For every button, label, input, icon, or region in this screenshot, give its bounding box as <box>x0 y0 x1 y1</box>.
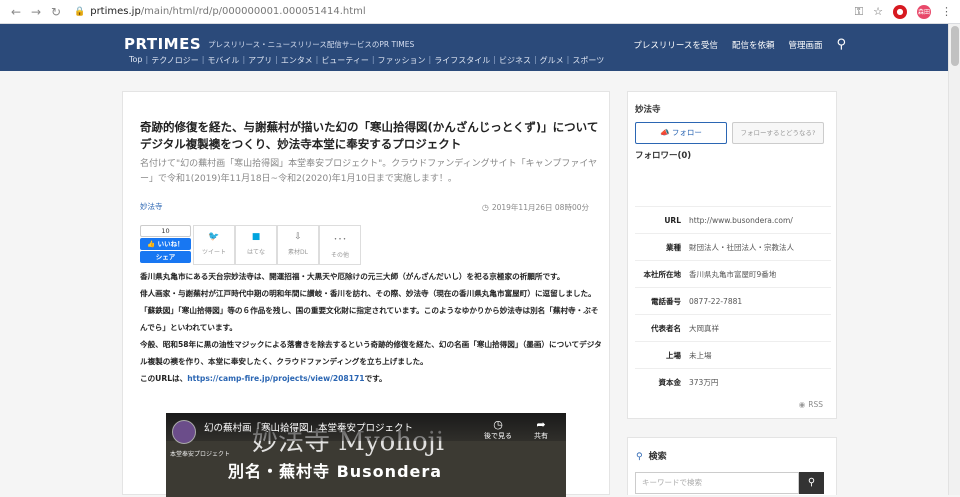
article-card: 奇跡的修復を経た、与謝蕪村が描いた幻の「寒山拾得図(かんざんじっとくず)」につい… <box>122 91 610 497</box>
reload-icon[interactable]: ↻ <box>48 5 64 19</box>
logo[interactable]: PRTIMES <box>124 35 201 53</box>
like-count: 10 <box>140 225 191 237</box>
search-heading: ⚲ 検索 <box>636 452 667 462</box>
info-row-representative: 代表者名 大岡真祥 <box>635 314 831 341</box>
site-header: PRTIMES プレスリリース・ニュースリリース配信サービスのPR TIMES … <box>0 24 960 71</box>
back-icon[interactable]: ← <box>8 5 24 19</box>
avatar[interactable]: 森田 <box>917 4 931 19</box>
industry-link[interactable]: 財団法人・社団法人・宗教法人 <box>689 242 794 253</box>
channel-avatar[interactable] <box>172 420 196 444</box>
video-caption: 本堂奉安プロジェクト <box>170 451 231 458</box>
company-info: URL http://www.busondera.com/ 業種 財団法人・社団法人… <box>635 206 831 395</box>
extension-icon[interactable]: ● <box>893 4 907 19</box>
info-row-address: 本社所在地 香川県丸亀市富屋町9番地 <box>635 260 831 287</box>
video-share-button[interactable]: ➦ 共有 <box>534 418 548 441</box>
nav-apps[interactable]: アプリ <box>245 55 275 66</box>
nav-entertainment[interactable]: エンタメ <box>278 55 316 66</box>
clock-icon: ◷ <box>493 418 503 431</box>
share-button[interactable]: シェア <box>140 251 191 263</box>
search-icon: ⚲ <box>636 452 643 462</box>
nav-beauty[interactable]: ビューティー <box>318 55 372 66</box>
company-sidebar: 妙法寺 📣 フォロー フォローするとどうなる? フォロワー(0) URL http… <box>627 91 837 419</box>
address-bar[interactable]: 🔒 prtimes.jp/main/html/rd/p/000000001.00… <box>74 6 366 17</box>
tweet-button[interactable]: 🐦 ツイート <box>193 225 235 265</box>
clock-icon: ◷ <box>481 203 489 212</box>
nav-sports[interactable]: スポーツ <box>569 55 607 66</box>
info-row-url: URL http://www.busondera.com/ <box>635 206 831 233</box>
facebook-widget: 10 👍 いいね！ シェア <box>140 225 191 263</box>
megaphone-icon: 📣 <box>660 128 670 137</box>
youtube-embed[interactable]: 妙法寺 Myohoji 別名・蕪村寺 Busondera 本堂奉安プロジェクト … <box>166 413 566 497</box>
search-submit-button[interactable]: ⚲ <box>799 472 824 494</box>
more-share-button[interactable]: ･･･ その他 <box>319 225 361 265</box>
paragraph: 俳人画家・与謝蕪村が江戸時代中期の明和年間に讃岐・香川を訪れ、その際、妙法寺（現… <box>140 289 599 332</box>
company-link[interactable]: 妙法寺 <box>140 201 163 212</box>
publish-date: ◷ 2019年11月26日 08時00分 <box>482 202 589 213</box>
forward-icon[interactable]: → <box>28 5 44 19</box>
request-distribution-link[interactable]: 配信を依頼 <box>732 39 775 51</box>
hatena-button[interactable]: ■ はてな <box>235 225 277 265</box>
download-button[interactable]: ⇩ 素材DL <box>277 225 319 265</box>
paragraph-url: このURLは、https://camp-fire.jp/projects/vie… <box>140 374 387 383</box>
follow-button[interactable]: 📣 フォロー <box>635 122 727 144</box>
nav-mobile[interactable]: モバイル <box>204 55 242 66</box>
page-scrollbar[interactable] <box>948 24 960 495</box>
url-path: /main/html/rd/p/000000001.000051414.html <box>140 6 366 17</box>
more-icon: ･･･ <box>333 235 347 245</box>
menu-icon[interactable]: ⋮ <box>941 5 952 18</box>
campfire-link[interactable]: https://camp-fire.jp/projects/view/20817… <box>187 374 364 383</box>
twitter-icon: 🐦 <box>208 232 220 242</box>
nav-business[interactable]: ビジネス <box>496 55 534 66</box>
nav-top[interactable]: Top <box>126 55 146 66</box>
rss-link[interactable]: ◉ RSS <box>799 400 823 409</box>
category-nav: Top | テクノロジー | モバイル | アプリ | エンタメ | ビューティー | ファ… <box>126 55 607 66</box>
info-row-phone: 電話番号 0877-22-7881 <box>635 287 831 314</box>
star-icon[interactable]: ☆ <box>873 5 883 18</box>
share-buttons: 10 👍 いいね！ シェア 🐦 ツイート ■ はてな ⇩ 素材DL ･･･ その他 <box>140 225 361 265</box>
search-panel: ⚲ 検索 キーワードで検索 ⚲ <box>627 437 837 495</box>
info-row-industry: 業種 財団法人・社団法人・宗教法人 <box>635 233 831 260</box>
search-input[interactable]: キーワードで検索 <box>635 472 799 494</box>
video-title[interactable]: 幻の蕪村画「寒山拾得図」本堂奉安プロジェクト <box>204 420 413 434</box>
watch-later-button[interactable]: ◷ 後で見る <box>484 418 512 441</box>
info-row-capital: 資本金 373万円 <box>635 368 831 395</box>
browser-toolbar: ← → ↻ 🔒 prtimes.jp/main/html/rd/p/000000… <box>0 0 960 24</box>
rss-icon: ◉ <box>798 400 806 409</box>
company-name[interactable]: 妙法寺 <box>635 103 661 115</box>
article-title: 奇跡的修復を経た、与謝蕪村が描いた幻の「寒山拾得図(かんざんじっとくず)」につい… <box>140 120 599 151</box>
like-button[interactable]: 👍 いいね！ <box>140 238 191 250</box>
receive-releases-link[interactable]: プレスリリースを受信 <box>633 39 718 51</box>
download-icon: ⇩ <box>294 232 302 242</box>
key-icon[interactable]: ⚿ <box>855 5 863 19</box>
nav-lifestyle[interactable]: ライフスタイル <box>431 55 493 66</box>
url-host: prtimes.jp <box>90 6 141 17</box>
followers-count: フォロワー(0) <box>635 151 692 161</box>
nav-fashion[interactable]: ファッション <box>375 55 429 66</box>
article-body: 香川県丸亀市にある天台宗妙法寺は、開運招福・大黒天や厄除けの元三大師（がんざんだ… <box>140 268 602 387</box>
nav-technology[interactable]: テクノロジー <box>148 55 202 66</box>
paragraph: 香川県丸亀市にある天台宗妙法寺は、開運招福・大黒天や厄除けの元三大師（がんざんだ… <box>140 272 565 281</box>
scroll-thumb[interactable] <box>951 26 959 66</box>
admin-link[interactable]: 管理画面 <box>788 39 822 51</box>
article-subtitle: 名付けて"幻の蕪村画「寒山拾得図」本堂奉安プロジェクト"。クラウドファンディング… <box>140 159 598 184</box>
share-arrow-icon: ➦ <box>536 418 546 431</box>
date-text: 2019年11月26日 08時00分 <box>491 203 589 212</box>
hatena-icon: ■ <box>251 232 261 242</box>
video-overlay-subtitle: 別名・蕪村寺 Busondera <box>228 462 443 481</box>
search-icon[interactable]: ⚲ <box>836 37 846 52</box>
info-row-listing: 上場 未上場 <box>635 341 831 368</box>
paragraph: 今般、昭和58年に黒の油性マジックによる落書きを除去するという奇跡的修復を経た、… <box>140 340 602 366</box>
site-tagline: プレスリリース・ニュースリリース配信サービスのPR TIMES <box>208 40 415 49</box>
nav-gourmet[interactable]: グルメ <box>537 55 567 66</box>
company-url-link[interactable]: http://www.busondera.com/ <box>689 216 793 225</box>
follow-help-button[interactable]: フォローするとどうなる? <box>732 122 824 144</box>
lock-icon: 🔒 <box>74 6 86 17</box>
